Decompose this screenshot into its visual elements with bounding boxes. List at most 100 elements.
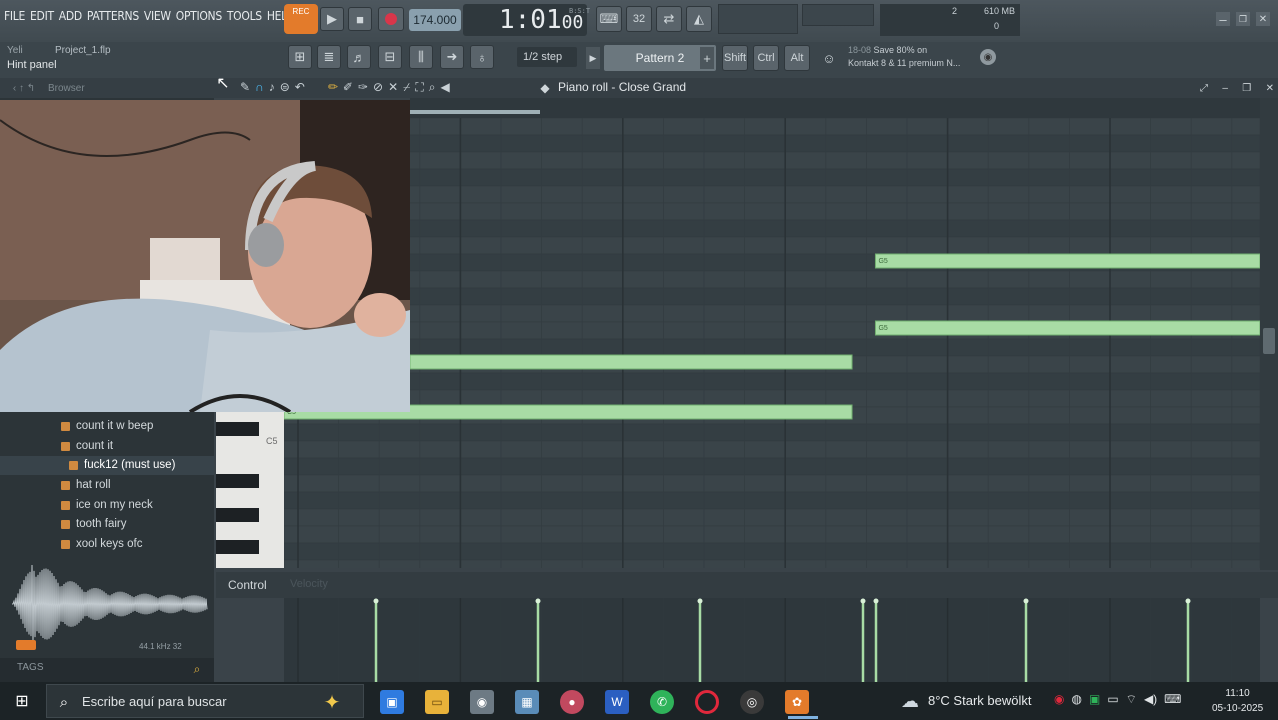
- arrow-icon[interactable]: ➜: [440, 45, 464, 69]
- black-key[interactable]: [216, 422, 259, 436]
- ctrl-button[interactable]: Ctrl: [753, 45, 779, 71]
- step-edit-icon[interactable]: 32: [626, 6, 652, 32]
- store-icon[interactable]: ▣: [380, 690, 404, 714]
- browser-arrow-icon[interactable]: ‹ ↑ ↰: [4, 80, 44, 96]
- alt-button[interactable]: Alt: [784, 45, 810, 71]
- record-button[interactable]: [378, 7, 404, 31]
- tray-battery-icon[interactable]: ▭: [1107, 692, 1118, 712]
- velocity-handle[interactable]: [860, 598, 866, 604]
- tray-steam-icon[interactable]: ◍: [1071, 692, 1081, 712]
- snap-step-select[interactable]: 1/2 step: [517, 47, 577, 67]
- pattern-song-toggle[interactable]: REC: [284, 4, 318, 34]
- speaker-icon[interactable]: ◀: [440, 80, 449, 96]
- timeline-ruler[interactable]: [410, 98, 1260, 118]
- time-display[interactable]: 1:0100 B:S:T: [463, 4, 590, 36]
- pr-min-icon[interactable]: –: [1222, 83, 1228, 94]
- weather-icon[interactable]: ☁: [898, 690, 922, 712]
- stop-button[interactable]: ■: [348, 7, 372, 31]
- whatsapp-icon[interactable]: ✆: [650, 690, 674, 714]
- sparkle-icon[interactable]: ✦: [312, 690, 352, 714]
- select-icon[interactable]: ⛶: [415, 80, 423, 96]
- browser-item[interactable]: hat roll: [0, 476, 214, 495]
- calculator-icon[interactable]: ▦: [515, 690, 539, 714]
- velocity-handle[interactable]: [1023, 598, 1029, 604]
- channel-rack-icon[interactable]: ≣: [317, 45, 341, 69]
- obs-icon[interactable]: ◎: [740, 690, 764, 714]
- browser-item[interactable]: count it: [0, 437, 214, 456]
- tray-app-icon[interactable]: ◉: [1054, 692, 1064, 712]
- browser-item[interactable]: xool keys ofc: [0, 535, 214, 554]
- tray-green-icon[interactable]: ▣: [1089, 692, 1100, 712]
- windows-start-icon[interactable]: ⊞: [10, 690, 34, 712]
- paint-icon[interactable]: ✑: [358, 80, 368, 96]
- delete-icon[interactable]: ⊘: [373, 80, 383, 96]
- note-icon[interactable]: ♪: [269, 80, 275, 96]
- note[interactable]: [409, 354, 853, 370]
- shift-button[interactable]: Shift: [722, 45, 748, 71]
- menu-file[interactable]: FILE: [4, 9, 25, 23]
- taskbar-clock[interactable]: 11:10 05-10-2025: [1212, 686, 1263, 716]
- zoom-icon[interactable]: ⌕: [429, 80, 436, 96]
- master-volume-area[interactable]: [718, 4, 798, 34]
- velocity-lane[interactable]: [284, 598, 1260, 682]
- control-label[interactable]: Control: [228, 578, 267, 592]
- pattern-add-icon[interactable]: +: [700, 47, 714, 69]
- velocity-handle[interactable]: [1185, 598, 1191, 604]
- pencil-icon[interactable]: ✏: [328, 80, 338, 96]
- fl-studio-icon[interactable]: ✿: [785, 690, 809, 714]
- slice-icon[interactable]: ⌿: [403, 80, 410, 96]
- restore-icon[interactable]: ❐: [1236, 12, 1250, 26]
- velocity-handle[interactable]: [697, 598, 703, 604]
- app-icon[interactable]: ●: [560, 690, 584, 714]
- blend-icon[interactable]: ⇄: [656, 6, 682, 32]
- microphone-icon[interactable]: ♁: [470, 45, 494, 69]
- menu-add[interactable]: ADD: [59, 9, 82, 23]
- file-explorer-icon[interactable]: ▭: [425, 690, 449, 714]
- play-button[interactable]: ▶: [320, 7, 344, 31]
- menu-patterns[interactable]: PATTERNS: [87, 9, 139, 23]
- browser-item[interactable]: tooth fairy: [0, 515, 214, 534]
- online-icon[interactable]: ◉: [980, 49, 996, 65]
- pr-arrow-icon[interactable]: ◆: [538, 80, 552, 96]
- mute-icon[interactable]: ✕: [388, 80, 398, 96]
- tempo-display[interactable]: 174.000: [409, 9, 461, 31]
- black-key[interactable]: [216, 474, 259, 488]
- velocity-handle[interactable]: [535, 598, 541, 604]
- tray-wifi-icon[interactable]: ⌔: [1126, 692, 1137, 712]
- playlist-icon[interactable]: ⊞: [288, 45, 312, 69]
- note[interactable]: [874, 320, 1260, 336]
- tray-volume-icon[interactable]: ◀): [1144, 692, 1157, 712]
- opera-icon[interactable]: [695, 690, 719, 714]
- pr-max-icon[interactable]: ❐: [1242, 83, 1251, 94]
- mixer-icon[interactable]: ⫼: [409, 45, 433, 69]
- metronome-icon[interactable]: ◭: [686, 6, 712, 32]
- pr-close-icon[interactable]: ✕: [1266, 83, 1274, 94]
- piano-roll-icon[interactable]: ♬: [347, 45, 371, 69]
- menu-view[interactable]: VIEW: [144, 9, 171, 23]
- typing-keyboard-icon[interactable]: ⌨: [596, 6, 622, 32]
- undo-icon[interactable]: ↶: [295, 80, 305, 96]
- close-icon[interactable]: ✕: [1256, 12, 1270, 26]
- menu-options[interactable]: OPTIONS: [176, 9, 222, 23]
- news-panel[interactable]: 18-08 Save 80% on Kontakt 8 & 11 premium…: [848, 44, 978, 70]
- magnet-icon[interactable]: ∩: [255, 80, 264, 96]
- pr-expand-icon[interactable]: ⤢: [1200, 83, 1208, 94]
- stamp-icon[interactable]: ⊜: [280, 80, 290, 96]
- note-grid[interactable]: G5G5C5: [284, 118, 1260, 568]
- browser-icon[interactable]: ⊟: [378, 45, 402, 69]
- brush-icon[interactable]: ✐: [343, 80, 353, 96]
- pr-window-controls[interactable]: ⤢ – ❐ ✕: [1200, 80, 1274, 96]
- note[interactable]: [874, 253, 1260, 269]
- browser-item[interactable]: count it w beep: [0, 417, 214, 436]
- camera-icon[interactable]: ◉: [470, 690, 494, 714]
- vertical-scrollbar[interactable]: [1260, 98, 1278, 570]
- control-target[interactable]: Velocity: [290, 578, 328, 590]
- menu-tools[interactable]: TOOLS: [227, 9, 262, 23]
- velocity-handle[interactable]: [873, 598, 879, 604]
- scroll-thumb[interactable]: [1263, 328, 1275, 354]
- minimize-icon[interactable]: –: [1216, 12, 1230, 27]
- weather-text[interactable]: 8°C Stark bewölkt: [928, 693, 1031, 708]
- news-icon[interactable]: ☺: [816, 45, 842, 71]
- black-key[interactable]: [216, 508, 259, 522]
- word-icon[interactable]: W: [605, 690, 629, 714]
